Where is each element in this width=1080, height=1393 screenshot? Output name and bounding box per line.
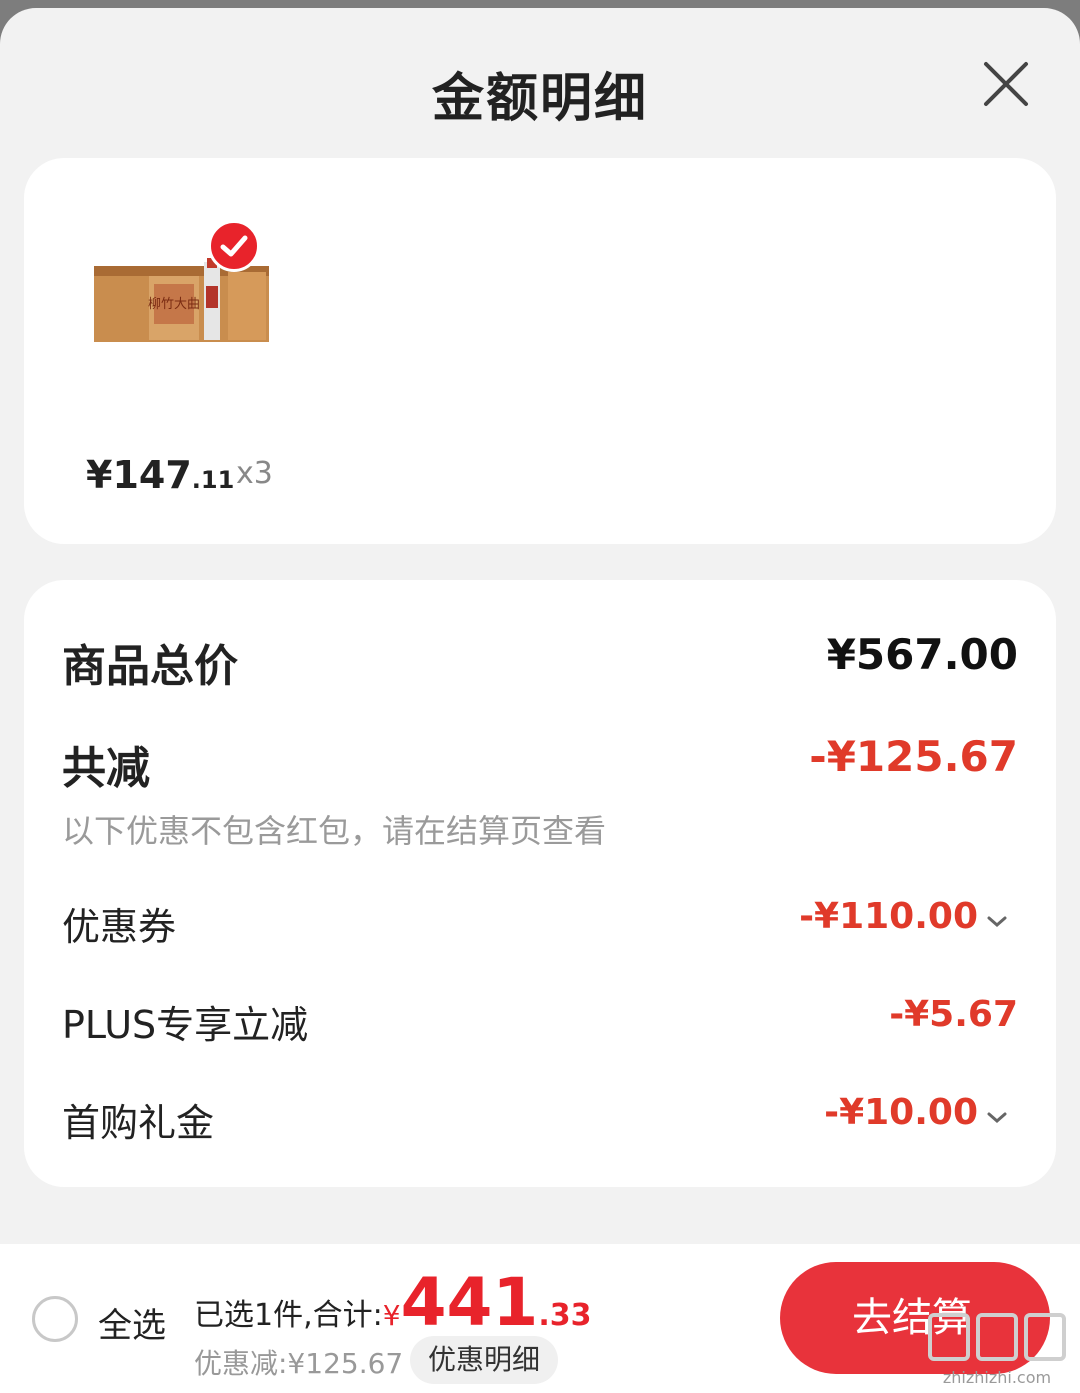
select-all-label[interactable]: 全选 bbox=[98, 1298, 166, 1347]
price-decimal: .11 bbox=[191, 466, 235, 494]
total-reduction-label: 共减 bbox=[62, 743, 150, 794]
goods-total-row: 商品总价 ¥567.00 bbox=[62, 630, 1018, 692]
product-unit-price: ¥147.11 bbox=[86, 453, 234, 497]
price-integer: ¥147 bbox=[86, 453, 192, 497]
coupon-label: 优惠券 bbox=[62, 905, 177, 949]
watermark-text: zhizhizhi.com bbox=[942, 1368, 1052, 1387]
first-purchase-gift-label: 首购礼金 bbox=[62, 1101, 215, 1145]
coupon-value: -¥110.00 bbox=[799, 896, 978, 937]
discount-amount: 优惠减:¥125.67 bbox=[194, 1347, 404, 1380]
product-thumb-text: 柳竹大曲 bbox=[148, 297, 200, 312]
plus-discount-label: PLUS专享立减 bbox=[62, 1003, 309, 1047]
goods-total-label: 商品总价 bbox=[62, 641, 238, 692]
product-quantity: x3 bbox=[236, 456, 273, 491]
total-reduction-row: 共减 -¥125.67 bbox=[62, 732, 1018, 794]
close-icon[interactable] bbox=[982, 60, 1030, 108]
total-currency: ¥ bbox=[382, 1299, 401, 1332]
plus-discount-value: -¥5.67 bbox=[889, 994, 1018, 1035]
selected-total: 已选1件,合计:¥441.33 bbox=[194, 1264, 592, 1341]
site-watermark: zhizhizhi.com bbox=[922, 1307, 1072, 1387]
selected-check-icon[interactable] bbox=[208, 220, 260, 272]
amount-detail-sheet: 金额明细 柳竹大曲 ¥147.11 x3 商品总价 ¥567.00 共减 -¥1… bbox=[0, 8, 1080, 1393]
plus-discount-row: PLUS专享立减 -¥5.67 bbox=[62, 994, 1018, 1054]
selected-count-label: 已选1件,合计: bbox=[194, 1298, 383, 1333]
discount-note: 以下优惠不包含红包，请在结算页查看 bbox=[62, 812, 607, 850]
price-summary-card: 商品总价 ¥567.00 共减 -¥125.67 以下优惠不包含红包，请在结算页… bbox=[24, 580, 1056, 1187]
first-purchase-gift-row[interactable]: 首购礼金 -¥10.00 bbox=[62, 1092, 1018, 1152]
select-all-radio[interactable] bbox=[32, 1296, 78, 1342]
product-image[interactable]: 柳竹大曲 bbox=[94, 258, 269, 348]
chevron-down-icon[interactable] bbox=[986, 1110, 1008, 1129]
total-reduction-value: -¥125.67 bbox=[809, 732, 1018, 781]
total-integer: 441 bbox=[400, 1264, 539, 1341]
chevron-down-icon[interactable] bbox=[986, 914, 1008, 933]
discount-detail-button[interactable]: 优惠明细 bbox=[410, 1336, 559, 1384]
total-decimal: .33 bbox=[538, 1298, 592, 1333]
first-purchase-gift-value: -¥10.00 bbox=[824, 1092, 978, 1133]
sheet-title: 金额明细 bbox=[431, 69, 648, 129]
product-card: 柳竹大曲 ¥147.11 x3 bbox=[24, 158, 1056, 544]
goods-total-value: ¥567.00 bbox=[826, 630, 1018, 679]
checkout-bar: 全选 已选1件,合计:¥441.33 优惠减:¥125.67 优惠明细 去结算 … bbox=[0, 1244, 1080, 1393]
coupon-row[interactable]: 优惠券 -¥110.00 bbox=[62, 896, 1018, 956]
